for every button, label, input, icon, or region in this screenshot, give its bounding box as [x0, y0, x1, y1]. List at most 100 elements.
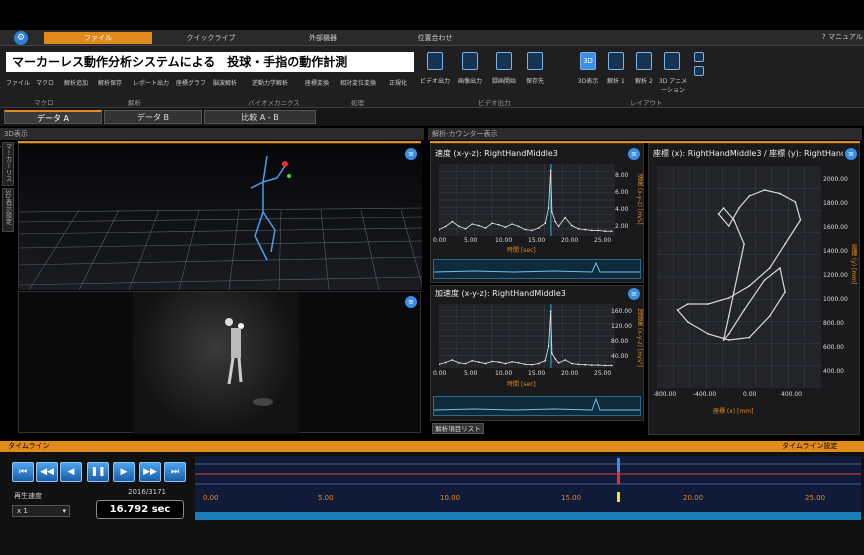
ribbon-inverse-dynamics-button[interactable]: 逆動力学解析: [252, 78, 288, 87]
data-point: [444, 225, 447, 228]
manual-link[interactable]: ? マニュアル: [822, 32, 863, 42]
coord-chart-plot: [657, 166, 821, 388]
step-back-button[interactable]: ◀◀: [36, 462, 58, 482]
data-point: [531, 363, 533, 366]
side-tab-marker-list[interactable]: マーカーリスト: [0, 142, 14, 186]
data-point: [511, 360, 513, 363]
acceleration-xlabel: 時間 [sec]: [507, 381, 536, 388]
velocity-settings-gear-icon[interactable]: ≡: [628, 148, 640, 160]
3d-animation-button[interactable]: 3D アニメーション: [658, 76, 688, 94]
coord-xtick: 400.00: [781, 391, 802, 398]
playback-speed-select[interactable]: x 1 ▾: [12, 505, 70, 517]
tab-alignment[interactable]: 位置合わせ: [380, 32, 490, 44]
velocity-xtick: 25.00: [594, 237, 612, 244]
coord-settings-gear-icon[interactable]: ≡: [845, 148, 857, 160]
acceleration-ytick: 160.00: [611, 308, 632, 315]
ribbon-macro-button[interactable]: マクロ: [36, 78, 54, 87]
3d-settings-gear-icon[interactable]: ≡: [405, 148, 417, 160]
data-point: [544, 359, 547, 362]
coord-ytick: 1000.00: [823, 296, 848, 303]
data-point: [597, 229, 600, 232]
image-export-icon: [462, 52, 478, 70]
velocity-chart-plot: [439, 164, 615, 236]
timeline-scrollbar[interactable]: [195, 512, 861, 520]
chevron-down-icon: ▾: [62, 507, 66, 515]
3d-animation-icon: [664, 52, 680, 70]
velocity-ytick: 6.00: [615, 189, 629, 196]
step-forward-button[interactable]: ▶▶: [139, 462, 161, 482]
coord-xtick: -400.00: [693, 391, 717, 398]
ribbon-relative-disp-button[interactable]: 相対変位変換: [340, 78, 376, 87]
tab-data-a[interactable]: データ A: [4, 110, 102, 124]
side-tab-3d-settings[interactable]: 3D表示設定: [2, 188, 14, 232]
ribbon-coord-transform-button[interactable]: 座標変換: [305, 78, 329, 87]
data-point: [537, 362, 540, 365]
data-point: [727, 297, 730, 299]
tab-external-devices[interactable]: 外部機器: [268, 32, 378, 44]
analysis2-layout-button[interactable]: 解析 2: [632, 76, 656, 85]
data-point: [748, 336, 751, 339]
tab-compare-a-b[interactable]: 比較 A - B: [204, 110, 316, 124]
data-point: [610, 230, 613, 232]
ribbon-normalize-button[interactable]: 正規化: [389, 78, 407, 87]
acceleration-settings-gear-icon[interactable]: ≡: [628, 288, 640, 300]
ribbon-add-analysis-button[interactable]: 解析追加: [64, 78, 88, 87]
data-point: [597, 364, 600, 366]
play-button[interactable]: ▶: [113, 462, 135, 482]
acceleration-overview-strip[interactable]: [433, 396, 641, 416]
coord-ytick: 1200.00: [823, 272, 848, 279]
ribbon-coord-graph-button[interactable]: 座標グラフ: [176, 78, 206, 87]
data-point: [733, 219, 735, 221]
data-point: [784, 291, 786, 293]
analysis-item-list-tab[interactable]: 解析項目リスト: [432, 423, 484, 434]
timeline-track[interactable]: [195, 456, 861, 512]
data-point: [478, 224, 480, 227]
tab-quick-live[interactable]: クイックライブ: [156, 32, 266, 44]
velocity-ylabel: 速度 (x-y-z) [m/s]: [636, 174, 643, 225]
coord-ytick: 1400.00: [823, 248, 848, 255]
pause-button[interactable]: ❚❚: [87, 462, 109, 482]
timeline-settings-button[interactable]: タイムライン設定: [782, 441, 838, 452]
camera-pitcher-figure: [225, 318, 273, 406]
application-window: ⚙ ファイル クイックライブ 外部機器 位置合わせ ? マニュアル マーカーレス…: [0, 0, 864, 555]
3d-view-button[interactable]: 3D表示: [573, 76, 603, 85]
ribbon-save-analysis-button[interactable]: 解析保存: [98, 78, 122, 87]
timeline-playhead[interactable]: [617, 458, 621, 502]
tab-file[interactable]: ファイル: [44, 32, 152, 44]
data-point: [547, 207, 550, 209]
pause-icon: ❚❚: [90, 467, 106, 477]
data-point: [686, 303, 689, 305]
data-point: [763, 279, 766, 281]
skip-first-button[interactable]: ⏮: [12, 462, 34, 482]
step-forward-icon: ▶▶: [143, 467, 157, 477]
data-point: [590, 229, 593, 232]
ribbon-eeg-button[interactable]: 脳波解析: [213, 78, 237, 87]
close-layout-icon[interactable]: [694, 52, 704, 62]
data-point: [504, 226, 507, 228]
play-reverse-button[interactable]: ◀: [60, 462, 82, 482]
save-destination-button[interactable]: 保存先: [520, 76, 550, 85]
record-start-button[interactable]: 録画開始: [487, 76, 521, 85]
timeline-header: タイムライン タイムライン設定: [0, 441, 864, 452]
video-settings-gear-icon[interactable]: ≡: [405, 296, 417, 308]
video-viewport[interactable]: ≡: [18, 291, 421, 434]
data-point: [531, 229, 533, 232]
ribbon-report-button[interactable]: レポート出力: [133, 78, 169, 87]
data-point: [478, 361, 480, 363]
data-point: [464, 228, 467, 230]
3d-viewport[interactable]: ≡: [18, 143, 423, 291]
ribbon-file-button[interactable]: ファイル: [6, 78, 30, 87]
data-point: [717, 213, 720, 215]
velocity-ytick: 2.00: [615, 223, 629, 230]
data-point: [554, 358, 557, 360]
image-export-button[interactable]: 画像出力: [452, 76, 488, 85]
tab-data-b[interactable]: データ B: [104, 110, 202, 124]
video-export-button[interactable]: ビデオ出力: [418, 76, 452, 85]
data-point: [451, 220, 454, 223]
app-gear-icon[interactable]: ⚙: [14, 31, 28, 45]
timeline-tick: 25.00: [805, 494, 826, 502]
skip-last-button[interactable]: ⏭: [164, 462, 186, 482]
add-layout-icon[interactable]: [694, 66, 704, 76]
analysis1-layout-button[interactable]: 解析 1: [604, 76, 628, 85]
velocity-overview-strip[interactable]: [433, 259, 641, 279]
